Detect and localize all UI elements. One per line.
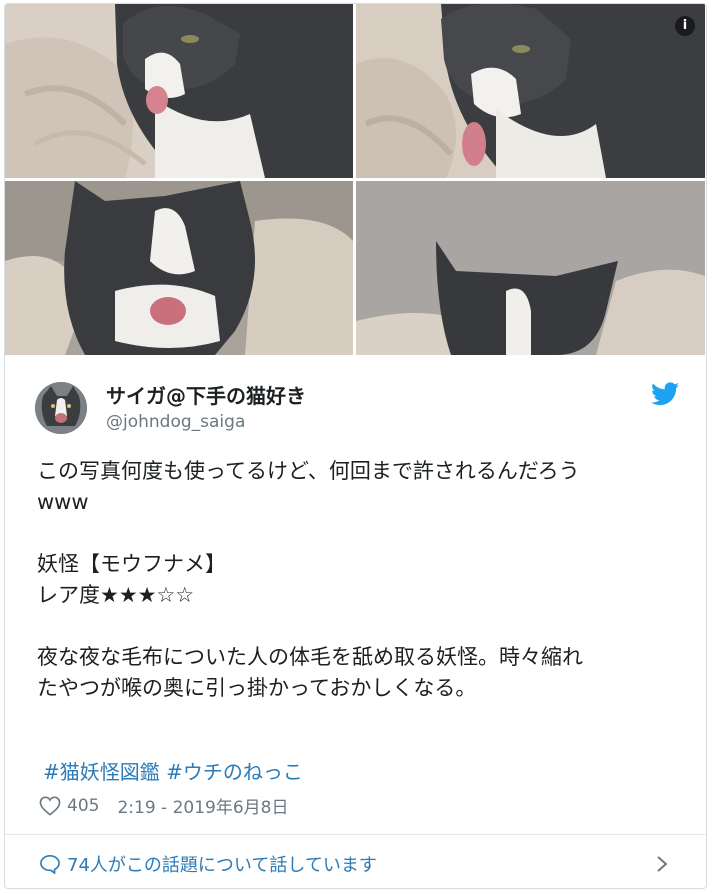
cat-photo-tongue-out — [5, 4, 353, 178]
cat-avatar — [35, 382, 87, 434]
conversation-label[interactable]: 74人がこの話題について話しています — [67, 851, 377, 877]
tweet-line-1: この写真何度も使ってるけど、何回まで許されるんだろう — [37, 459, 580, 483]
heart-icon[interactable] — [39, 796, 61, 816]
photo-1[interactable] — [5, 4, 353, 178]
tweet-line-8: たやつが喉の奥に引っ掛かっておかしくなる。 — [37, 676, 477, 700]
chevron-right-icon[interactable] — [656, 855, 668, 873]
tweet-line-7: 夜な夜な毛布についた人の体毛を舐め取る妖怪。時々縮れ — [37, 645, 583, 669]
tweet-header: サイガ@下手の猫好き @johndog_saiga — [35, 378, 685, 438]
hashtag-link[interactable]: #ウチのねっこ — [166, 760, 303, 784]
hashtag-link[interactable]: #猫妖怪図鑑 — [43, 760, 160, 784]
avatar[interactable] — [35, 382, 87, 434]
tweet-footer[interactable]: 74人がこの話題について話しています — [5, 834, 706, 888]
tweet-meta: 405 2:19 - 2019年6月8日 — [39, 793, 288, 818]
like-count[interactable]: 405 — [67, 796, 99, 816]
tweet-line-2: www — [37, 490, 89, 514]
tweet-timestamp[interactable]: 2:19 - 2019年6月8日 — [117, 793, 288, 818]
cat-photo-licking — [356, 4, 705, 178]
photo-4[interactable] — [356, 181, 705, 355]
author-display-name[interactable]: サイガ@下手の猫好き — [106, 380, 306, 409]
info-icon[interactable]: i — [675, 16, 695, 36]
tweet-text: この写真何度も使ってるけど、何回まで許されるんだろう www 妖怪【モウフナメ】… — [37, 456, 677, 704]
tweet-line-gap — [37, 611, 677, 642]
photo-grid: i — [5, 4, 706, 356]
speech-bubble-icon — [40, 854, 60, 874]
conversation-link[interactable]: 74人がこの話題について話しています — [39, 851, 377, 877]
tweet-line-5: レア度★★★☆☆ — [37, 583, 195, 607]
tweet-line-gap — [37, 518, 677, 549]
hashtag-list: #猫妖怪図鑑 #ウチのねっこ — [43, 756, 303, 785]
photo-3[interactable] — [5, 181, 353, 355]
twitter-bird-icon[interactable] — [651, 382, 679, 406]
tweet-line-4: 妖怪【モウフナメ】 — [37, 552, 226, 576]
photo-2[interactable]: i — [356, 4, 705, 178]
author-handle[interactable]: @johndog_saiga — [106, 412, 245, 432]
cat-photo-peeking — [356, 181, 705, 355]
tweet-card: i サイガ@下手の猫好き @johndog_saiga この写真何度も使ってるけ… — [4, 3, 707, 889]
cat-photo-mouth-open — [5, 181, 353, 355]
